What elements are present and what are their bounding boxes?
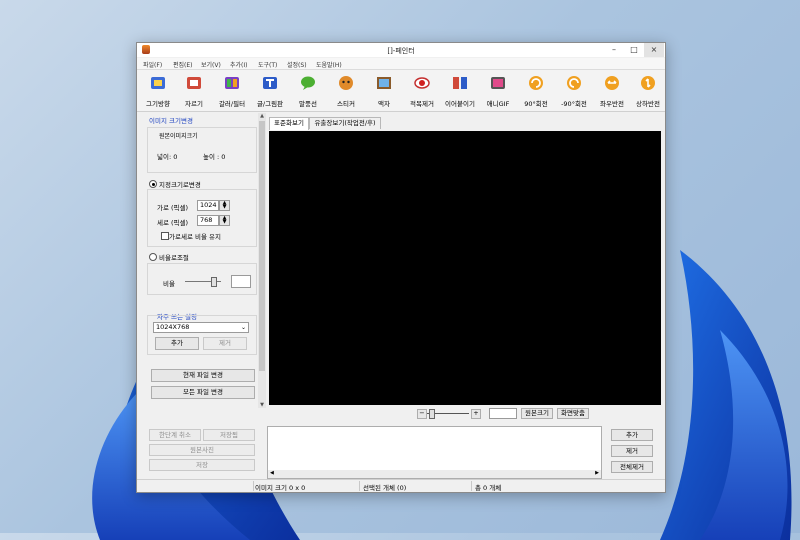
menu-file[interactable]: 파일(F) (143, 60, 162, 69)
tool-flip-v[interactable]: 상하반전 (629, 72, 667, 109)
menu-insert[interactable]: 추가(I) (230, 60, 248, 69)
ratio-input[interactable] (231, 275, 251, 288)
crop-icon (187, 77, 201, 89)
saved-settings-button[interactable]: 저장됨 (203, 429, 255, 441)
preset-select[interactable]: 1024X768 ⌄ (153, 322, 249, 333)
status-image-size: 이미지 크기 0 x 0 (255, 484, 306, 492)
undo-button[interactable]: 한단계 취소 (149, 429, 201, 441)
flip-horizontal-icon (605, 76, 619, 90)
change-current-file-button[interactable]: 현재 파일 변경 (151, 369, 255, 382)
height-field-label: 세로 (픽셀) (157, 219, 189, 227)
status-total: 총 0 개체 (475, 484, 502, 492)
ratio-radio[interactable] (149, 253, 157, 261)
status-bar: 이미지 크기 0 x 0 선택된 개체 (0) 총 0 개체 (137, 479, 665, 492)
image-size-icon (151, 77, 165, 89)
scroll-right-icon[interactable]: ▶ (595, 470, 599, 476)
original-width: 넓이: 0 (157, 153, 178, 161)
chevron-down-icon: ⌄ (240, 324, 246, 331)
menu-view[interactable]: 보기(V) (201, 60, 221, 69)
frame-icon (377, 77, 391, 89)
red-eye-icon (414, 77, 430, 89)
preset-add-button[interactable]: 추가 (155, 337, 199, 350)
file-add-button[interactable]: 추가 (611, 429, 653, 441)
zoom-slider-thumb[interactable] (429, 409, 435, 419)
fixed-size-label: 지정크기로변경 (159, 181, 201, 189)
width-field-label: 가로 (픽셀) (157, 204, 189, 212)
title-bar: []-페인터 – □ × (137, 43, 665, 57)
ratio-slider-thumb[interactable] (211, 277, 217, 287)
scroll-down-icon[interactable]: ▼ (258, 402, 266, 408)
keep-ratio-label: 가로세로 비율 유지 (169, 233, 221, 241)
close-button[interactable]: × (644, 43, 664, 57)
tool-label: 상하반전 (636, 100, 660, 108)
save-button[interactable]: 저장 (149, 459, 255, 471)
original-size-legend: 원본이미지크기 (157, 131, 200, 140)
height-input[interactable]: 768 (197, 215, 219, 226)
fit-screen-button[interactable]: 화면맞춤 (557, 408, 589, 419)
image-preview-canvas[interactable] (269, 131, 661, 405)
keep-ratio-checkbox[interactable] (161, 232, 169, 240)
change-all-files-button[interactable]: 모든 파일 변경 (151, 386, 255, 399)
original-height: 높이 : 0 (203, 153, 226, 161)
section-title: 이미지 크기변경 (149, 117, 193, 125)
scroll-left-icon[interactable]: ◀ (270, 470, 274, 476)
status-divider (253, 481, 254, 491)
zoom-out-button[interactable]: − (417, 409, 427, 419)
status-divider (471, 481, 472, 491)
merge-icon (453, 77, 467, 89)
menu-bar: 파일(F) 편집(E) 보기(V) 추가(I) 도구(T) 설정(S) 도움말(… (137, 58, 665, 70)
file-list-hscrollbar[interactable]: ◀ ▶ (268, 470, 601, 478)
tab-standard-view[interactable]: 표준화보기 (269, 117, 309, 130)
status-selected: 선택된 개체 (0) (363, 484, 407, 492)
preset-remove-button[interactable]: 제거 (203, 337, 247, 350)
resize-panel: 이미지 크기변경 원본이미지크기 넓이: 0 높이 : 0 지정크기로변경 가로… (139, 113, 265, 408)
width-input[interactable]: 1024 (197, 200, 219, 211)
tab-compare-view[interactable]: 유출장보기(작업전/후) (309, 117, 381, 129)
scroll-thumb[interactable] (259, 121, 265, 371)
rotate-left-icon (567, 76, 581, 90)
menu-settings[interactable]: 설정(S) (287, 60, 307, 69)
file-list[interactable]: ◀ ▶ (267, 426, 602, 479)
gif-icon (491, 77, 505, 89)
toolbar: 그기방향 자르기 갈러/필터 글/그림판 말풍선 스티커 액자 적목제거 이어붙… (137, 70, 665, 112)
original-size-button[interactable]: 원본크기 (521, 408, 553, 419)
menu-edit[interactable]: 편집(E) (173, 60, 193, 69)
text-draw-icon (263, 77, 277, 89)
ratio-label: 비율로조절 (159, 254, 189, 262)
preset-value: 1024X768 (156, 323, 190, 331)
minimize-button[interactable]: – (604, 43, 624, 57)
color-filter-icon (225, 77, 239, 89)
scroll-up-icon[interactable]: ▲ (258, 113, 266, 119)
left-panel-scrollbar[interactable]: ▲ ▼ (258, 113, 266, 408)
menu-tools[interactable]: 도구(T) (258, 60, 277, 69)
menu-help[interactable]: 도움말(H) (316, 60, 342, 69)
height-spinner[interactable]: ▲ ▼ (219, 215, 230, 226)
maximize-button[interactable]: □ (624, 43, 644, 57)
file-remove-all-button[interactable]: 전체제거 (611, 461, 653, 473)
ratio-field-label: 비율 (163, 280, 175, 288)
flip-vertical-icon (641, 76, 655, 90)
original-photo-button[interactable]: 원본사진 (149, 444, 255, 456)
rotate-right-icon (529, 76, 543, 90)
file-remove-button[interactable]: 제거 (611, 445, 653, 457)
status-divider (359, 481, 360, 491)
width-spinner[interactable]: ▲ ▼ (219, 200, 230, 211)
zoom-in-button[interactable]: + (471, 409, 481, 419)
speech-bubble-icon (301, 76, 315, 90)
app-window: []-페인터 – □ × 파일(F) 편집(E) 보기(V) 추가(I) 도구(… (136, 42, 666, 493)
sticker-icon (339, 76, 353, 90)
fixed-size-radio[interactable] (149, 180, 157, 188)
window-title: []-페인터 (387, 47, 415, 55)
zoom-input[interactable] (489, 408, 517, 419)
